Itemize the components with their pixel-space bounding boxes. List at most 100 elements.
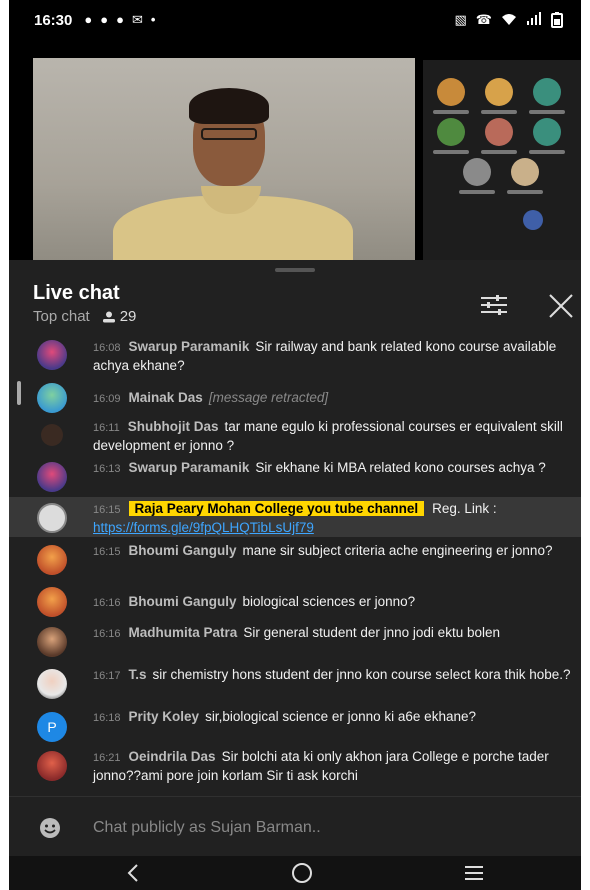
message-text: mane sir subject criteria ache engineeri… [242, 543, 553, 558]
android-nav-bar [9, 856, 581, 890]
message-author[interactable]: Oeindrila Das [129, 749, 216, 764]
message-time: 16:09 [93, 393, 121, 405]
user-avatar-letter: P [37, 712, 67, 742]
system-icons: ▧ ☎ [454, 12, 563, 28]
chat-mode-row[interactable]: Top chat 29 [33, 308, 136, 325]
chat-header: Live chat Top chat 29 [9, 278, 581, 338]
user-avatar [37, 627, 67, 657]
message-body: 16:16 Madhumita Patra Sir general student … [93, 624, 573, 643]
user-avatar [37, 383, 67, 413]
message-time: 16:15 [93, 504, 121, 516]
message-time: 16:11 [93, 422, 120, 434]
message-body: 16:11 Shubhojit Das tar mane egulo ki prof… [93, 418, 573, 454]
speaker-hair [189, 88, 269, 124]
chat-title: Live chat [33, 282, 120, 304]
home-icon[interactable] [289, 860, 315, 886]
message-body: 16:08 Swarup Paramanik Sir railway and ban… [93, 338, 573, 374]
chat-message[interactable]: 16:17 T.s sir chemistry hons student der j… [9, 664, 581, 704]
participant-label [481, 110, 517, 114]
recents-icon[interactable] [461, 860, 487, 886]
status-bar: 16:30 ● ● ● ✉ • ▧ ☎ [9, 0, 581, 40]
message-body: 16:17 T.s sir chemistry hons student der j… [93, 666, 573, 685]
message-time: 16:18 [93, 712, 121, 724]
message-author[interactable]: Prity Koley [129, 709, 200, 724]
participant-label [433, 150, 469, 154]
emoji-icon[interactable] [39, 817, 61, 839]
participant-thumb [485, 78, 513, 106]
video-player[interactable] [9, 40, 581, 271]
back-icon[interactable] [121, 860, 147, 886]
filter-icon[interactable] [479, 292, 509, 318]
participant-thumb [533, 118, 561, 146]
participant-thumb [463, 158, 491, 186]
message-text: Sir general student der jnno jodi ektu b… [243, 625, 500, 640]
viewer-count: 29 [102, 308, 136, 325]
participant-thumb [511, 158, 539, 186]
registration-link[interactable]: https://forms.gle/9fpQLHQTibLsUjf79 [93, 520, 314, 535]
message-body: 16:21 Oeindrila Das Sir bolchi ata ki only… [93, 748, 573, 784]
speaker-glasses [201, 128, 257, 140]
message-text: Sir ekhane ki MBA related kono courses a… [255, 460, 546, 475]
message-author[interactable]: Madhumita Patra [129, 625, 238, 640]
whatsapp-icon: ● [100, 12, 109, 27]
message-body: 16:15 Raja Peary Mohan College you tube c… [93, 500, 573, 536]
chat-message[interactable]: P 16:18 Prity Koley sir,biological science… [9, 706, 581, 746]
participant-label [459, 190, 495, 194]
message-body: 16:16 Bhoumi Ganguly biological sciences e… [93, 593, 573, 612]
message-time: 16:15 [93, 546, 121, 558]
participant-thumb [437, 78, 465, 106]
signal-icon [527, 12, 541, 25]
participant-label [481, 150, 517, 154]
whatsapp-icon: ● [84, 12, 93, 27]
message-author[interactable]: Swarup Paramanik [129, 460, 250, 475]
status-time: 16:30 [34, 11, 73, 29]
user-avatar [41, 424, 63, 446]
close-icon[interactable] [547, 292, 575, 320]
chat-mode[interactable]: Top chat [33, 308, 90, 325]
chat-message-owner[interactable]: 16:15 Raja Peary Mohan College you tube c… [9, 497, 581, 537]
message-text: sir,biological science er jonno ki a6e e… [205, 709, 476, 724]
drag-handle[interactable] [275, 268, 315, 272]
message-time: 16:17 [93, 670, 121, 682]
owner-author-badge[interactable]: Raja Peary Mohan College you tube channe… [128, 501, 425, 516]
college-logo-avatar [37, 503, 67, 533]
participant-thumb [437, 118, 465, 146]
message-author[interactable]: Swarup Paramanik [129, 339, 250, 354]
chat-message[interactable]: 16:09 Mainak Das [message retracted] [9, 380, 581, 413]
chat-message[interactable]: 16:16 Bhoumi Ganguly biological sciences e… [9, 584, 581, 617]
message-body: 16:09 Mainak Das [message retracted] [93, 389, 573, 408]
person-icon [102, 311, 115, 322]
chat-message-input[interactable] [93, 815, 513, 841]
message-text: [message retracted] [208, 390, 329, 405]
dot-icon: • [150, 12, 156, 27]
message-author[interactable]: Mainak Das [129, 390, 203, 405]
chat-message[interactable]: 16:11 Shubhojit Das tar mane egulo ki prof… [9, 416, 581, 456]
message-body: 16:18 Prity Koley sir,biological science e… [93, 708, 573, 727]
message-body: 16:15 Bhoumi Ganguly mane sir subject crit… [93, 542, 573, 561]
phone-screen: 16:30 ● ● ● ✉ • ▧ ☎ Live chat Top chat 2… [9, 0, 581, 890]
user-avatar [37, 340, 67, 370]
message-body: 16:13 Swarup Paramanik Sir ekhane ki MBA r… [93, 459, 573, 478]
chat-message[interactable]: 16:08 Swarup Paramanik Sir railway and ban… [9, 336, 581, 376]
participant-label [433, 110, 469, 114]
message-author[interactable]: Bhoumi Ganguly [129, 543, 237, 558]
chat-input-bar [9, 796, 581, 856]
call-icon: ☎ [475, 12, 492, 27]
participant-label [507, 190, 543, 194]
chat-message[interactable]: 16:13 Swarup Paramanik Sir ekhane ki MBA r… [9, 457, 581, 497]
user-avatar [37, 587, 67, 617]
gmail-icon: ✉ [131, 12, 143, 27]
vibrate-icon: ▧ [454, 12, 467, 27]
message-text: sir chemistry hons student der jnno kon … [152, 667, 571, 682]
battery-icon [551, 12, 563, 28]
message-author[interactable]: T.s [129, 667, 147, 682]
message-time: 16:16 [93, 628, 121, 640]
message-author[interactable]: Shubhojit Das [128, 419, 219, 434]
message-time: 16:08 [93, 342, 121, 354]
chat-message[interactable]: 16:16 Madhumita Patra Sir general student … [9, 622, 581, 662]
participant-thumb [523, 210, 543, 230]
participant-label [529, 150, 565, 154]
message-author[interactable]: Bhoumi Ganguly [129, 594, 237, 609]
participant-grid [423, 60, 581, 270]
chat-message[interactable]: 16:15 Bhoumi Ganguly mane sir subject crit… [9, 540, 581, 580]
